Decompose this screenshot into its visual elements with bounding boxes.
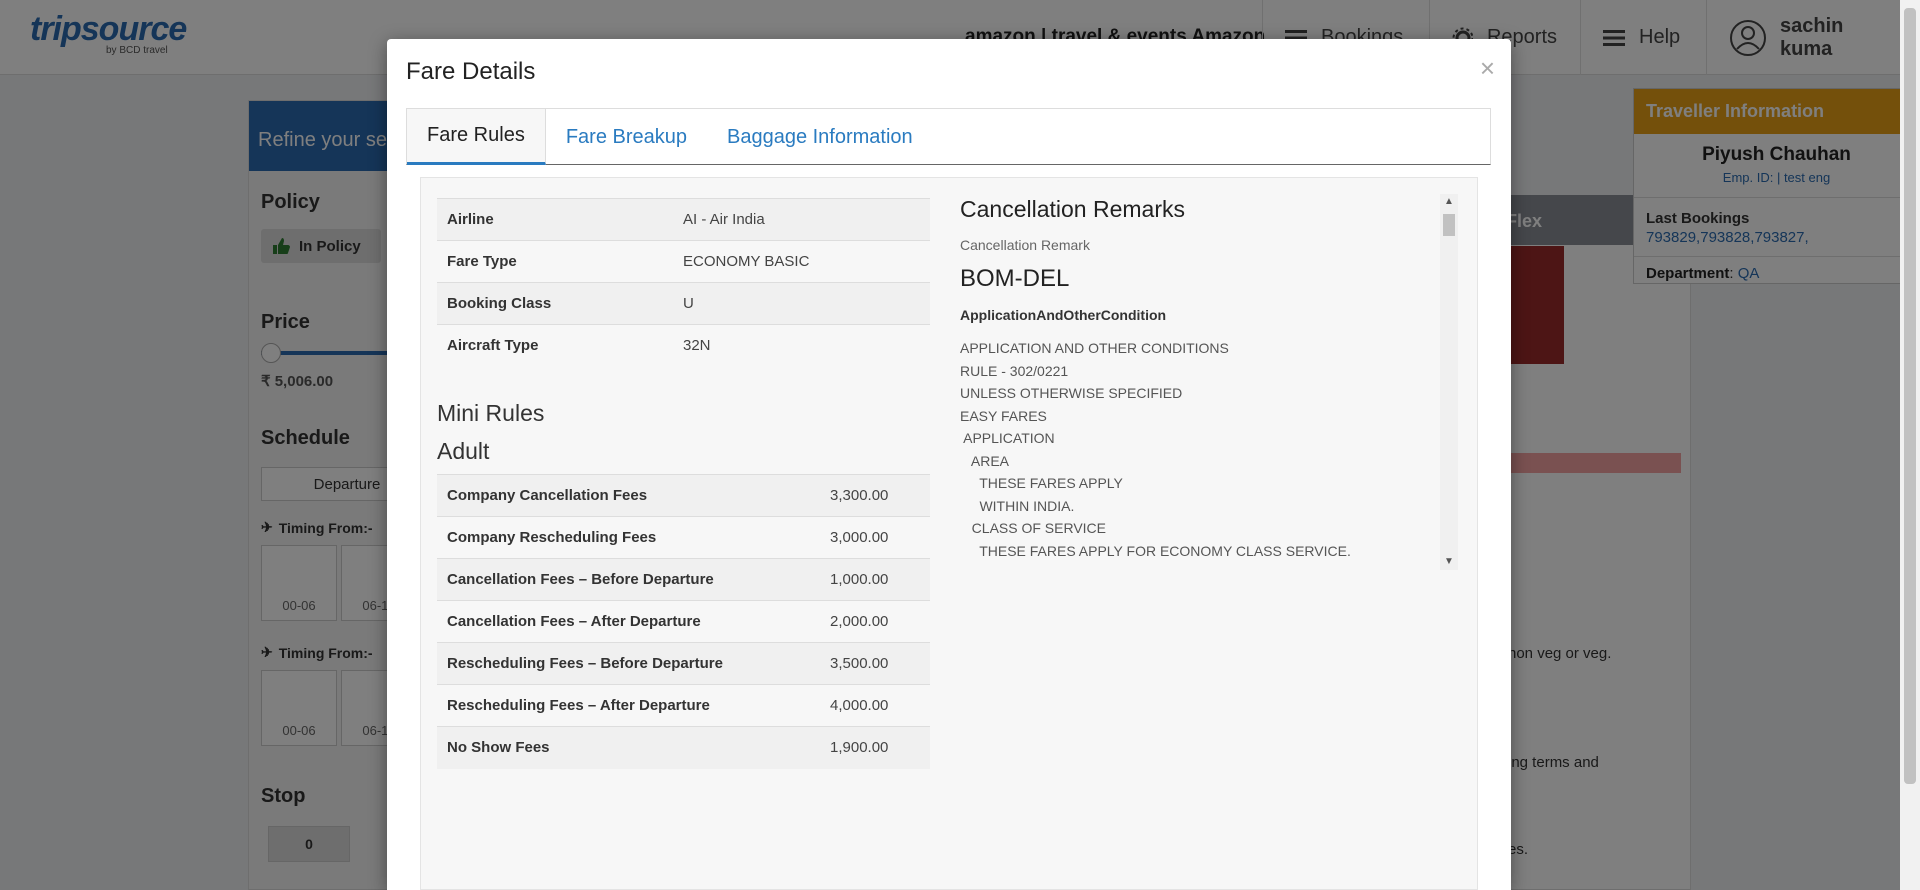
- cancellation-remarks-panel[interactable]: Cancellation Remarks Cancellation Remark…: [960, 194, 1466, 570]
- remarks-scrollbar[interactable]: ▲ ▼: [1440, 194, 1458, 570]
- fee-label: Cancellation Fees – After Departure: [437, 600, 820, 643]
- remark-line: APPLICATION: [960, 430, 1055, 446]
- fees-table: Company Cancellation Fees 3,300.00 Compan…: [437, 474, 930, 769]
- table-row: Aircraft Type 32N: [437, 324, 930, 367]
- table-row: Rescheduling Fees – Before Departure 3,50…: [437, 642, 930, 685]
- remark-line: RULE - 302/0221: [960, 362, 1069, 379]
- fee-value: 3,000.00: [820, 516, 930, 559]
- fee-value: 1,900.00: [820, 726, 930, 769]
- fee-label: Company Cancellation Fees: [437, 474, 820, 517]
- fare-tabs: Fare Rules Fare Breakup Baggage Informat…: [406, 108, 1491, 165]
- fee-value: 2,000.00: [820, 600, 930, 643]
- remark-line: THESE FARES APPLY FOR ECONOMY CLASS SERV…: [960, 542, 1351, 559]
- tab-fare-rules[interactable]: Fare Rules: [407, 109, 546, 165]
- tab-fare-breakup[interactable]: Fare Breakup: [546, 109, 707, 165]
- page-scroll-thumb[interactable]: [1904, 8, 1916, 784]
- table-row: Airline AI - Air India: [437, 198, 930, 241]
- close-button[interactable]: ×: [1480, 55, 1495, 81]
- flight-info-table: Airline AI - Air India Fare Type ECONOMY…: [437, 198, 930, 367]
- fee-value: 4,000.00: [820, 684, 930, 727]
- fare-type-label: Fare Type: [437, 240, 673, 283]
- aircraft-type-label: Aircraft Type: [437, 324, 673, 367]
- aircraft-type-value: 32N: [673, 324, 930, 367]
- fee-label: No Show Fees: [437, 726, 820, 769]
- fee-label: Rescheduling Fees – Before Departure: [437, 642, 820, 685]
- airline-label: Airline: [437, 198, 673, 241]
- table-row: Rescheduling Fees – After Departure 4,000…: [437, 684, 930, 727]
- remark-line: UNLESS OTHERWISE SPECIFIED: [960, 385, 1183, 401]
- scroll-up-arrow-icon[interactable]: ▲: [1440, 194, 1458, 210]
- table-row: Booking Class U: [437, 282, 930, 325]
- table-row: Cancellation Fees – After Departure 2,000…: [437, 600, 930, 643]
- fare-type-value: ECONOMY BASIC: [673, 240, 930, 283]
- scroll-down-arrow-icon[interactable]: ▼: [1440, 554, 1458, 570]
- airline-value: AI - Air India: [673, 198, 930, 241]
- booking-class-label: Booking Class: [437, 282, 673, 325]
- remarks-condition-title: ApplicationAndOtherCondition: [960, 307, 1167, 323]
- passenger-type-title: Adult: [437, 438, 490, 464]
- remark-line: AREA: [960, 452, 1010, 469]
- table-row: Fare Type ECONOMY BASIC: [437, 240, 930, 283]
- tab-baggage-information[interactable]: Baggage Information: [707, 109, 933, 165]
- remarks-title: Cancellation Remarks: [960, 196, 1185, 222]
- fee-value: 3,300.00: [820, 474, 930, 517]
- fare-rules-panel: Airline AI - Air India Fare Type ECONOMY…: [420, 177, 1478, 890]
- booking-class-value: U: [673, 282, 930, 325]
- remarks-subtitle: Cancellation Remark: [960, 237, 1090, 253]
- fee-label: Company Rescheduling Fees: [437, 516, 820, 559]
- scroll-thumb[interactable]: [1443, 214, 1455, 236]
- table-row: Company Cancellation Fees 3,300.00: [437, 474, 930, 517]
- mini-rules-title: Mini Rules: [437, 400, 545, 426]
- table-row: No Show Fees 1,900.00: [437, 726, 930, 769]
- remarks-lines: APPLICATION AND OTHER CONDITIONS RULE - …: [960, 337, 1466, 562]
- remark-line: WITHIN INDIA.: [960, 497, 1075, 514]
- fee-value: 3,500.00: [820, 642, 930, 685]
- table-row: Cancellation Fees – Before Departure 1,00…: [437, 558, 930, 601]
- fee-value: 1,000.00: [820, 558, 930, 601]
- page-scrollbar[interactable]: [1900, 0, 1920, 890]
- remark-line: EASY FARES: [960, 407, 1047, 424]
- modal-title: Fare Details: [406, 58, 536, 85]
- fee-label: Rescheduling Fees – After Departure: [437, 684, 820, 727]
- remark-line: APPLICATION AND OTHER CONDITIONS: [960, 340, 1229, 356]
- remark-line: THESE FARES APPLY: [960, 475, 1123, 491]
- fee-label: Cancellation Fees – Before Departure: [437, 558, 820, 601]
- table-row: Company Rescheduling Fees 3,000.00: [437, 516, 930, 559]
- fare-details-modal: Fare Details × Fare Rules Fare Breakup B…: [387, 39, 1511, 890]
- remarks-route: BOM-DEL: [960, 265, 1070, 292]
- remark-line: CLASS OF SERVICE: [960, 520, 1107, 536]
